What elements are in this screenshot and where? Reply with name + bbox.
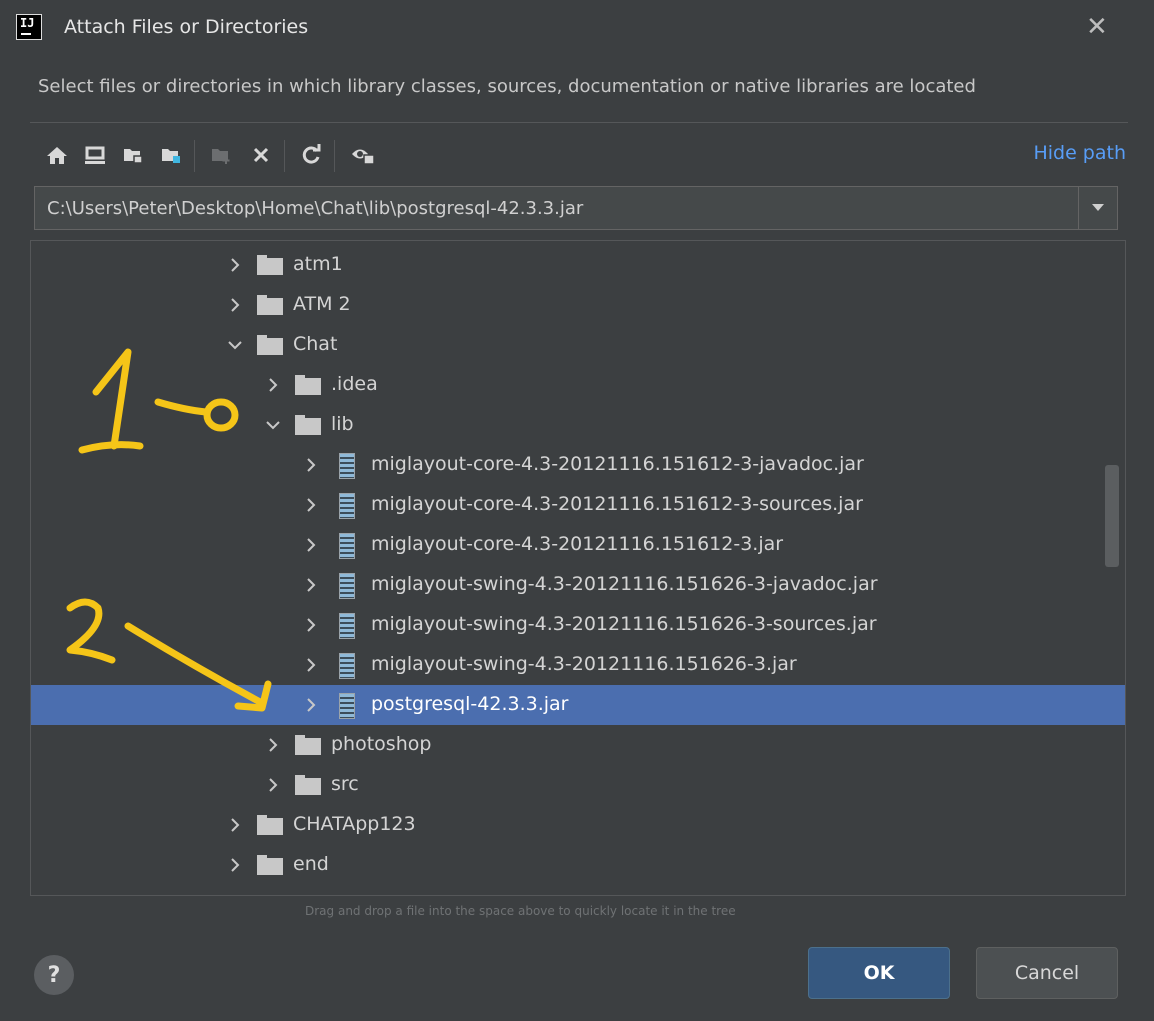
tree-item-label: miglayout-swing-4.3-20121116.151626-3.ja…	[371, 653, 797, 675]
module-folder-icon[interactable]	[154, 138, 188, 172]
folder-icon	[257, 815, 283, 835]
chevron-right-icon[interactable]	[265, 735, 281, 755]
help-button[interactable]: ?	[34, 955, 74, 995]
jar-file-icon	[339, 573, 355, 599]
tree-item-label: photoshop	[331, 733, 432, 755]
folder-icon	[295, 375, 321, 395]
drag-drop-hint: Drag and drop a file into the space abov…	[305, 904, 736, 918]
tree-item-label: postgresql-42.3.3.jar	[371, 693, 569, 715]
chevron-right-icon[interactable]	[227, 855, 243, 875]
chevron-right-icon[interactable]	[265, 375, 281, 395]
folder-icon	[295, 735, 321, 755]
chevron-right-icon[interactable]	[303, 615, 319, 635]
chevron-right-icon[interactable]	[303, 695, 319, 715]
delete-icon[interactable]	[244, 138, 278, 172]
cancel-button[interactable]: Cancel	[976, 947, 1118, 999]
desktop-icon[interactable]	[78, 138, 112, 172]
jar-file-icon	[339, 653, 355, 679]
jar-tree-row[interactable]: miglayout-core-4.3-20121116.151612-3.jar	[31, 525, 1125, 565]
chevron-down-icon[interactable]	[1078, 187, 1117, 229]
dialog-description: Select files or directories in which lib…	[38, 76, 976, 97]
chevron-right-icon[interactable]	[303, 655, 319, 675]
chevron-right-icon[interactable]	[303, 575, 319, 595]
show-hidden-icon[interactable]	[346, 138, 380, 172]
jar-tree-row[interactable]: miglayout-swing-4.3-20121116.151626-3-so…	[31, 605, 1125, 645]
folder-tree-row[interactable]: photoshop	[31, 725, 1125, 765]
jar-file-icon	[339, 533, 355, 559]
folder-tree-row[interactable]: lib	[31, 405, 1125, 445]
folder-tree-row[interactable]: Chat	[31, 325, 1125, 365]
path-combobox[interactable]: C:\Users\Peter\Desktop\Home\Chat\lib\pos…	[34, 186, 1118, 230]
jar-file-icon	[339, 453, 355, 479]
tree-item-label: .idea	[331, 373, 378, 395]
jar-tree-row[interactable]: miglayout-swing-4.3-20121116.151626-3-ja…	[31, 565, 1125, 605]
folder-tree-row[interactable]: ATM 2	[31, 285, 1125, 325]
refresh-icon[interactable]	[294, 138, 328, 172]
chevron-right-icon[interactable]	[227, 895, 243, 896]
folder-tree-row[interactable]: .idea	[31, 365, 1125, 405]
toolbar-separator	[334, 140, 335, 172]
chevron-right-icon[interactable]	[265, 775, 281, 795]
hide-path-link[interactable]: Hide path	[1033, 142, 1126, 164]
folder-icon	[257, 335, 283, 355]
tree-item-label: src	[331, 773, 359, 795]
folder-tree-row[interactable]: atm1	[31, 245, 1125, 285]
tree-item-label: ATM 2	[293, 293, 351, 315]
intellij-logo-icon: IJ	[16, 14, 42, 40]
jar-tree-row[interactable]: postgresql-42.3.3.jar	[31, 685, 1125, 725]
chevron-down-icon[interactable]	[227, 335, 243, 355]
path-input[interactable]: C:\Users\Peter\Desktop\Home\Chat\lib\pos…	[47, 198, 583, 219]
tree-item-label: Chat	[293, 333, 338, 355]
jar-tree-row[interactable]: miglayout-swing-4.3-20121116.151626-3.ja…	[31, 645, 1125, 685]
tree-item-label: miglayout-swing-4.3-20121116.151626-3-ja…	[371, 573, 878, 595]
tree-item-label: lib	[331, 413, 354, 435]
folder-icon	[257, 255, 283, 275]
folder-tree-row[interactable]	[31, 885, 1125, 896]
toolbar: Hide path	[40, 138, 1130, 174]
tree-item-label: miglayout-swing-4.3-20121116.151626-3-so…	[371, 613, 877, 635]
folder-icon	[257, 855, 283, 875]
jar-file-icon	[339, 613, 355, 639]
jar-file-icon	[339, 493, 355, 519]
tree-item-label: miglayout-core-4.3-20121116.151612-3-jav…	[371, 453, 864, 475]
folder-icon	[257, 295, 283, 315]
chevron-right-icon[interactable]	[303, 495, 319, 515]
tree-item-label: miglayout-core-4.3-20121116.151612-3-sou…	[371, 493, 863, 515]
tree-item-label: atm1	[293, 253, 343, 275]
chevron-right-icon[interactable]	[303, 455, 319, 475]
new-folder-icon[interactable]	[204, 138, 238, 172]
folder-tree-row[interactable]: src	[31, 765, 1125, 805]
close-icon[interactable]: ✕	[1086, 12, 1108, 42]
project-folder-icon[interactable]	[116, 138, 150, 172]
toolbar-separator	[284, 140, 285, 172]
folder-icon	[295, 415, 321, 435]
chevron-right-icon[interactable]	[227, 815, 243, 835]
chevron-down-icon[interactable]	[265, 415, 281, 435]
tree-scrollbar[interactable]	[1105, 465, 1119, 567]
tree-item-label: CHATApp123	[293, 813, 416, 835]
jar-file-icon	[339, 693, 355, 719]
divider	[30, 122, 1128, 123]
file-tree[interactable]: end CHATApp123 src photoshop postgresql-42.3…	[30, 240, 1126, 896]
chevron-right-icon[interactable]	[303, 535, 319, 555]
home-icon[interactable]	[40, 138, 74, 172]
tree-item-label: miglayout-core-4.3-20121116.151612-3.jar	[371, 533, 784, 555]
folder-icon	[295, 775, 321, 795]
jar-tree-row[interactable]: miglayout-core-4.3-20121116.151612-3-sou…	[31, 485, 1125, 525]
title-bar: IJ Attach Files or Directories ✕	[0, 0, 1140, 56]
dialog-title: Attach Files or Directories	[64, 16, 309, 38]
chevron-right-icon[interactable]	[227, 255, 243, 275]
folder-tree-row[interactable]: end	[31, 845, 1125, 885]
toolbar-separator	[194, 140, 195, 172]
ok-button[interactable]: OK	[808, 947, 950, 999]
folder-tree-row[interactable]: CHATApp123	[31, 805, 1125, 845]
attach-files-dialog: IJ Attach Files or Directories ✕ Select …	[0, 0, 1140, 1021]
chevron-right-icon[interactable]	[227, 295, 243, 315]
jar-tree-row[interactable]: miglayout-core-4.3-20121116.151612-3-jav…	[31, 445, 1125, 485]
tree-item-label: end	[293, 853, 329, 875]
